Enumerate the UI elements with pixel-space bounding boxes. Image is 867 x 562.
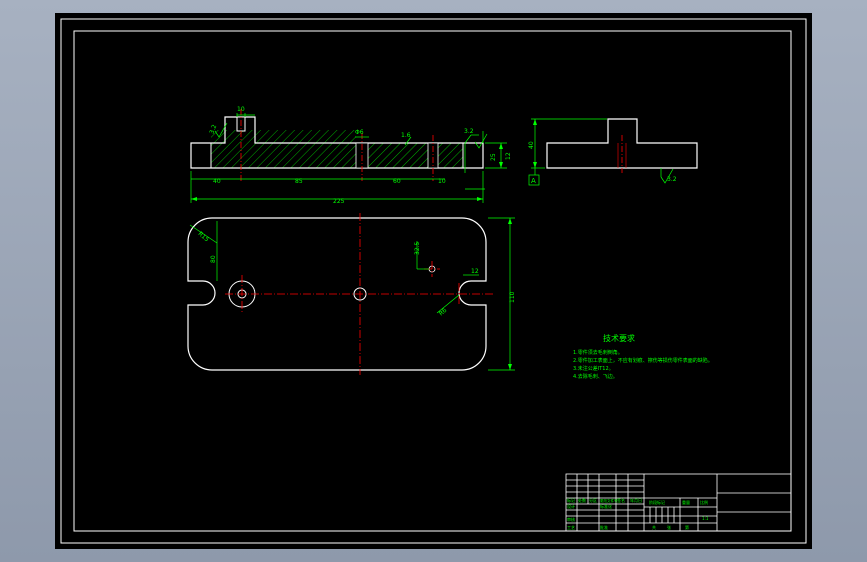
- tb-standard: 标准化: [600, 503, 612, 509]
- section-hatch-right: [438, 143, 463, 168]
- dim-right-sym: 3.2: [464, 128, 474, 135]
- tb-scale-value: 1:1: [702, 516, 709, 521]
- plan-dim-overall-height: 110: [509, 291, 516, 303]
- tb-zone: 分区: [589, 497, 597, 503]
- tb-date: 年月日: [630, 497, 642, 503]
- plan-dim-offset: 32.5: [414, 241, 421, 255]
- section-hatch-left: [211, 130, 356, 168]
- tb-weight: 重量: [682, 499, 690, 505]
- side-view: 40 A 3.2: [528, 118, 698, 186]
- note-line-4: 4.去除毛刺、飞边。: [573, 373, 618, 380]
- tb-sheet-total: 共: [652, 524, 656, 530]
- plan-dim-slot-width: 12: [471, 268, 479, 275]
- tb-count: 处数: [578, 497, 586, 503]
- tb-sheet: 张: [667, 524, 671, 530]
- cad-viewport[interactable]: 10 3.2 Φ6 1.6 3.2 25 12 40 85 60 10 225: [55, 13, 812, 549]
- dim-top-slot: 10: [237, 106, 245, 113]
- plan-view: R15 80 32.5 12 R6 110: [187, 213, 516, 375]
- dim-height-a: 25: [490, 153, 497, 161]
- dim-seg-3: 60: [393, 178, 401, 185]
- dim-tol: 1.6: [401, 132, 411, 139]
- dim-height-b: 12: [505, 152, 512, 160]
- tb-stage: 阶段标记: [649, 499, 665, 505]
- datum-label: A: [531, 177, 536, 185]
- note-line-1: 1.零件须去毛刺倒角。: [573, 349, 623, 356]
- tb-audit: 审核: [567, 516, 575, 522]
- tb-signature: 签名: [617, 497, 625, 503]
- front-section-view: 10 3.2 Φ6 1.6 3.2 25 12 40 85 60 10 225: [190, 106, 512, 205]
- section-hatch-mid: [368, 143, 428, 168]
- dim-hole: Φ6: [355, 129, 364, 136]
- tb-scale: 比例: [700, 499, 708, 505]
- note-line-3: 3.未注公差IT12。: [573, 365, 614, 372]
- plan-dim-left-height: 80: [210, 255, 217, 263]
- technical-notes: 技术要求 1.零件须去毛刺倒角。 2.零件加工表面上，不应有划痕、擦伤等损伤零件…: [573, 333, 713, 380]
- tb-approve: 批准: [600, 524, 608, 530]
- inner-frame: [73, 30, 792, 532]
- tb-design: 设计: [567, 503, 575, 509]
- tb-process: 工艺: [567, 525, 575, 530]
- dim-total: 225: [333, 198, 345, 205]
- dim-seg-2: 85: [295, 178, 303, 185]
- tb-sheet-no: 第: [685, 524, 689, 530]
- plan-dim-slot-radius: R6: [438, 307, 449, 318]
- side-dim-height: 40: [528, 141, 535, 149]
- dim-seg-4: 10: [438, 178, 446, 185]
- tb-mark: 标记: [567, 497, 575, 503]
- cad-drawing: 10 3.2 Φ6 1.6 3.2 25 12 40 85 60 10 225: [60, 18, 807, 544]
- tb-change-doc: 更改文件号: [600, 498, 618, 503]
- outer-frame: [60, 18, 807, 544]
- side-roughness: 3.2: [667, 176, 677, 183]
- notes-title: 技术要求: [603, 333, 635, 343]
- plan-dim-radius: R15: [197, 230, 211, 243]
- note-line-2: 2.零件加工表面上，不应有划痕、擦伤等损伤零件表面的缺陷。: [573, 357, 713, 364]
- dim-seg-1: 40: [213, 178, 221, 185]
